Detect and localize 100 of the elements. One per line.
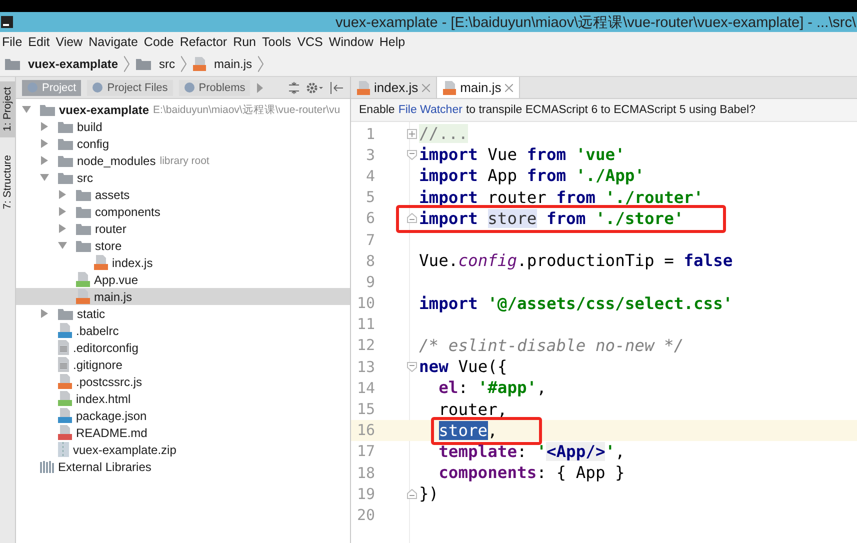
fold-end-icon[interactable] bbox=[407, 213, 417, 224]
menu-item[interactable]: Edit bbox=[26, 35, 54, 49]
line-number: 10 bbox=[356, 294, 375, 312]
expand-arrow-icon[interactable] bbox=[40, 173, 49, 182]
folder-icon bbox=[40, 104, 55, 116]
line-number: 9 bbox=[364, 272, 375, 291]
expand-fold-icon[interactable] bbox=[407, 128, 417, 139]
tree-item[interactable]: index.js bbox=[112, 256, 153, 270]
window-title: vuex-examplate - [E:\baiduyun\miaov\远程课\vue-router\vuex-examplate] - ...\src\ bbox=[336, 14, 857, 32]
folder-icon bbox=[58, 172, 73, 184]
view-icon bbox=[92, 82, 104, 93]
fold-icon[interactable] bbox=[407, 362, 417, 372]
tree-item[interactable]: src bbox=[77, 170, 93, 184]
breadcrumb-item[interactable]: src bbox=[159, 57, 176, 71]
expand-arrow-icon[interactable] bbox=[58, 207, 67, 216]
code-line: router, bbox=[438, 400, 508, 419]
tree-item[interactable]: node_modules bbox=[77, 154, 156, 168]
tree-item[interactable]: index.html bbox=[76, 392, 131, 406]
tree-item[interactable]: build bbox=[77, 120, 102, 134]
tree-item[interactable]: README.md bbox=[76, 426, 148, 440]
tree-item[interactable]: vuex-examplate.zip bbox=[73, 442, 176, 456]
tree-item[interactable]: App.vue bbox=[94, 272, 138, 286]
file-icon bbox=[76, 289, 90, 304]
line-number: 18 bbox=[356, 464, 375, 482]
tab-label[interactable]: index.js bbox=[374, 80, 418, 95]
tree-item[interactable]: main.js bbox=[94, 290, 132, 304]
notification-text: to transpile ECMAScript 6 to ECMAScript 5 using Babel? bbox=[466, 104, 756, 116]
expand-arrow-icon[interactable] bbox=[40, 122, 49, 131]
editor-tab[interactable]: main.js bbox=[437, 77, 520, 98]
code-line: new Vue({ bbox=[419, 357, 508, 376]
tree-item[interactable]: config bbox=[77, 136, 110, 150]
expand-arrow-icon[interactable] bbox=[40, 309, 49, 318]
tree-item[interactable]: router bbox=[95, 222, 126, 236]
tree-item[interactable]: .gitignore bbox=[73, 358, 122, 372]
menu-item[interactable]: Refactor bbox=[178, 35, 232, 49]
expand-arrow-icon[interactable] bbox=[22, 105, 31, 114]
line-number: 7 bbox=[364, 230, 375, 249]
expand-arrow-icon[interactable] bbox=[58, 224, 67, 233]
menu-item[interactable]: Navigate bbox=[86, 35, 142, 49]
expand-arrow-icon[interactable] bbox=[40, 156, 49, 165]
expand-arrow-icon[interactable] bbox=[40, 139, 49, 148]
tree-item[interactable]: store bbox=[95, 238, 122, 252]
editor-tab[interactable]: index.js bbox=[351, 77, 438, 98]
collapse-icon[interactable] bbox=[288, 82, 300, 94]
line-number: 16 bbox=[356, 421, 375, 440]
side-tab[interactable]: 1: Project bbox=[0, 81, 15, 138]
settings-icon[interactable] bbox=[306, 82, 324, 94]
tree-item[interactable]: components bbox=[95, 204, 160, 218]
folder-icon bbox=[5, 58, 20, 70]
tree-item[interactable]: .postcssrc.js bbox=[76, 374, 142, 388]
folder-icon bbox=[76, 206, 91, 218]
code-line: template: '<App/>', bbox=[438, 442, 625, 461]
tool-tab[interactable]: Problems bbox=[178, 80, 250, 96]
menu-item[interactable]: VCS bbox=[295, 35, 327, 49]
archive-icon bbox=[58, 442, 69, 457]
text-file-icon bbox=[58, 357, 69, 372]
chevron-icon bbox=[258, 56, 264, 72]
fold-icon[interactable] bbox=[407, 150, 417, 160]
tool-tab[interactable]: Project Files bbox=[87, 80, 173, 96]
line-number: 15 bbox=[356, 400, 375, 418]
more-tabs-icon[interactable] bbox=[256, 82, 264, 92]
side-tab[interactable]: 7: Structure bbox=[0, 149, 15, 216]
code-line: }) bbox=[419, 484, 439, 504]
menu-item[interactable]: Tools bbox=[260, 35, 296, 49]
tree-item[interactable]: static bbox=[77, 306, 106, 320]
tree-item[interactable]: vuex-examplate bbox=[59, 102, 150, 116]
menu-item[interactable]: Code bbox=[142, 35, 178, 49]
code-line: import '@/assets/css/select.css' bbox=[419, 294, 733, 313]
chevron-icon bbox=[181, 56, 188, 72]
file-watcher-link[interactable]: File Watcher bbox=[398, 104, 462, 116]
folder-icon bbox=[58, 154, 73, 166]
fold-end-icon[interactable] bbox=[407, 488, 417, 499]
file-icon bbox=[58, 425, 72, 440]
code-line: el: '#app', bbox=[438, 378, 546, 398]
line-number: 8 bbox=[364, 252, 375, 270]
expand-arrow-icon[interactable] bbox=[58, 241, 67, 250]
folder-icon bbox=[58, 138, 73, 150]
line-number: 13 bbox=[356, 358, 375, 376]
tree-item[interactable]: External Libraries bbox=[58, 460, 152, 474]
tree-item[interactable]: .babelrc bbox=[76, 324, 119, 338]
file-icon bbox=[58, 323, 72, 338]
menu-item[interactable]: Help bbox=[377, 35, 410, 49]
file-icon bbox=[58, 374, 72, 389]
expand-arrow-icon[interactable] bbox=[58, 190, 67, 199]
hide-panel-icon[interactable] bbox=[330, 82, 344, 94]
tree-item[interactable]: .editorconfig bbox=[73, 340, 138, 354]
line-number: 5 bbox=[364, 188, 375, 206]
menu-item[interactable]: Window bbox=[326, 35, 378, 49]
close-icon[interactable] bbox=[422, 84, 430, 92]
tab-label[interactable]: main.js bbox=[460, 80, 502, 95]
tree-item[interactable]: assets bbox=[95, 188, 130, 202]
line-number: 20 bbox=[356, 506, 375, 524]
line-number: 19 bbox=[356, 484, 375, 503]
breadcrumb-item[interactable]: main.js bbox=[214, 57, 252, 71]
breadcrumb-item[interactable]: vuex-examplate bbox=[28, 57, 118, 71]
menu-item[interactable]: View bbox=[54, 35, 87, 49]
tree-item[interactable]: package.json bbox=[76, 408, 147, 422]
menu-item[interactable]: File bbox=[0, 35, 26, 49]
close-icon[interactable] bbox=[505, 84, 514, 92]
menu-item[interactable]: Run bbox=[231, 35, 260, 49]
